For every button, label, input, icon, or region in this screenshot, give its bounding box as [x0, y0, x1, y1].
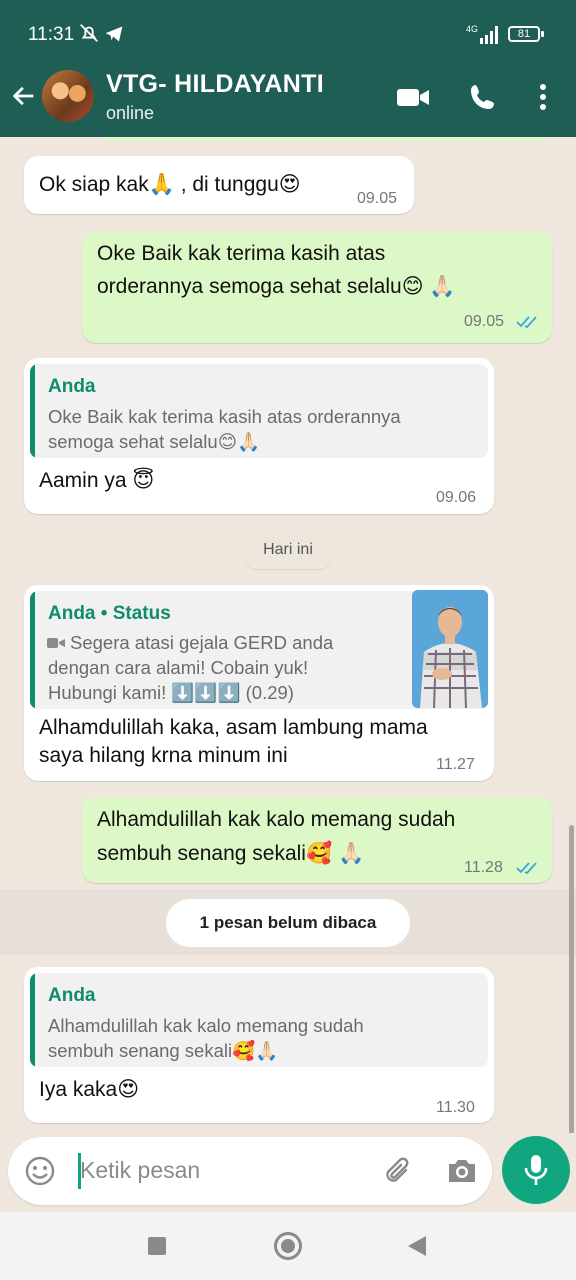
quote-accent-bar [30, 973, 35, 1067]
read-receipt-icon [516, 862, 537, 875]
message-input[interactable]: Ketik pesan [80, 1157, 200, 1184]
message-text-line: saya hilang krna minum ini [39, 744, 288, 767]
video-call-icon[interactable] [396, 82, 430, 112]
read-receipt-icon [516, 316, 537, 329]
quote-text-line: Hubungi kami! ⬇️⬇️⬇️ (0.29) [48, 682, 294, 703]
message-outgoing[interactable]: Alhamdulillah kak kalo memang sudah semb… [82, 797, 552, 883]
message-text: Iya kaka😍 [39, 1078, 140, 1101]
emoji-icon[interactable] [24, 1155, 56, 1187]
message-time: 09.05 [464, 313, 505, 330]
telegram-icon [105, 26, 123, 42]
status-thumbnail-image[interactable] [412, 590, 488, 708]
message-list[interactable]: Ok siap kak🙏 , di tunggu😍 09.05 Oke Baik… [0, 137, 576, 1133]
contact-name[interactable]: VTG- HILDAYANTI [106, 70, 324, 99]
back-arrow-icon[interactable] [10, 82, 38, 110]
quote-text-line: Segera atasi gejala GERD anda [70, 632, 334, 653]
mute-bell-icon [80, 24, 98, 42]
quote-text-line: dengan cara alami! Cobain yuk! [48, 657, 309, 678]
home-dot [281, 1239, 295, 1253]
message-text-line: orderannya semoga sehat selalu😊 🙏🏻 [97, 275, 456, 298]
status-bar: 11:31 4G 81 [0, 0, 576, 56]
message-composer[interactable]: Ketik pesan [8, 1137, 492, 1205]
previous-message-edge [100, 137, 550, 141]
voice-call-icon[interactable] [466, 82, 500, 112]
message-text-line: Alhamdulillah kaka, asam lambung mama [39, 716, 428, 739]
video-icon [47, 638, 65, 648]
quote-accent-bar [30, 591, 35, 709]
quote-text-line: sembuh senang sekali🥰🙏🏻 [48, 1040, 279, 1061]
date-divider: Hari ini [246, 531, 330, 569]
home-button[interactable] [274, 1232, 302, 1260]
scrollbar[interactable] [569, 825, 574, 1133]
system-navigation-bar [0, 1212, 576, 1280]
presence-status: online [106, 103, 155, 123]
microphone-icon [524, 1155, 548, 1185]
attachment-icon[interactable] [382, 1155, 414, 1187]
message-incoming-reply[interactable]: Anda Oke Baik kak terima kasih atas orde… [24, 358, 494, 514]
chat-header: VTG- HILDAYANTI online [0, 56, 576, 137]
quote-accent-bar [30, 364, 35, 458]
contact-avatar[interactable] [42, 70, 94, 122]
message-text: Ok siap kak🙏 , di tunggu😍 [39, 173, 301, 196]
signal-icon [480, 26, 498, 44]
message-text-line: sembuh senang sekali🥰 🙏🏻 [97, 842, 365, 865]
message-time: 11.27 [436, 756, 475, 773]
message-text-line: Alhamdulillah kak kalo memang sudah [97, 808, 456, 831]
message-text: Aamin ya 😇 [39, 469, 155, 492]
quote-text-line: Alhamdulillah kak kalo memang sudah [48, 1015, 364, 1036]
clock: 11:31 [28, 24, 75, 45]
person-illustration [412, 590, 488, 708]
message-time: 09.05 [357, 190, 398, 207]
message-time: 09.06 [436, 489, 477, 506]
message-time: 11.30 [436, 1099, 475, 1116]
back-button[interactable] [406, 1234, 428, 1258]
quote-author: Anda • Status [48, 603, 171, 624]
message-incoming[interactable]: Ok siap kak🙏 , di tunggu😍 09.05 [24, 156, 414, 214]
battery-icon: 81 [508, 26, 544, 42]
quote-author: Anda [48, 985, 96, 1006]
more-options-icon[interactable] [528, 82, 558, 112]
recents-button[interactable] [148, 1237, 166, 1255]
quoted-message[interactable]: Anda Alhamdulillah kak kalo memang sudah… [30, 973, 488, 1067]
message-text-line: Oke Baik kak terima kasih atas [97, 242, 386, 265]
unread-count-banner: 1 pesan belum dibaca [166, 899, 410, 947]
quote-text-line: Oke Baik kak terima kasih atas orderanny… [48, 406, 401, 427]
message-outgoing[interactable]: Oke Baik kak terima kasih atas orderanny… [82, 231, 552, 343]
voice-record-button[interactable] [502, 1136, 570, 1204]
message-incoming-reply[interactable]: Anda Alhamdulillah kak kalo memang sudah… [24, 967, 494, 1123]
quote-author: Anda [48, 376, 96, 397]
message-time: 11.28 [464, 859, 503, 876]
camera-icon[interactable] [446, 1157, 478, 1185]
network-type: 4G [466, 24, 479, 34]
quoted-message[interactable]: Anda Oke Baik kak terima kasih atas orde… [30, 364, 488, 458]
quote-text-line: semoga sehat selalu😊🙏🏻 [48, 431, 261, 452]
